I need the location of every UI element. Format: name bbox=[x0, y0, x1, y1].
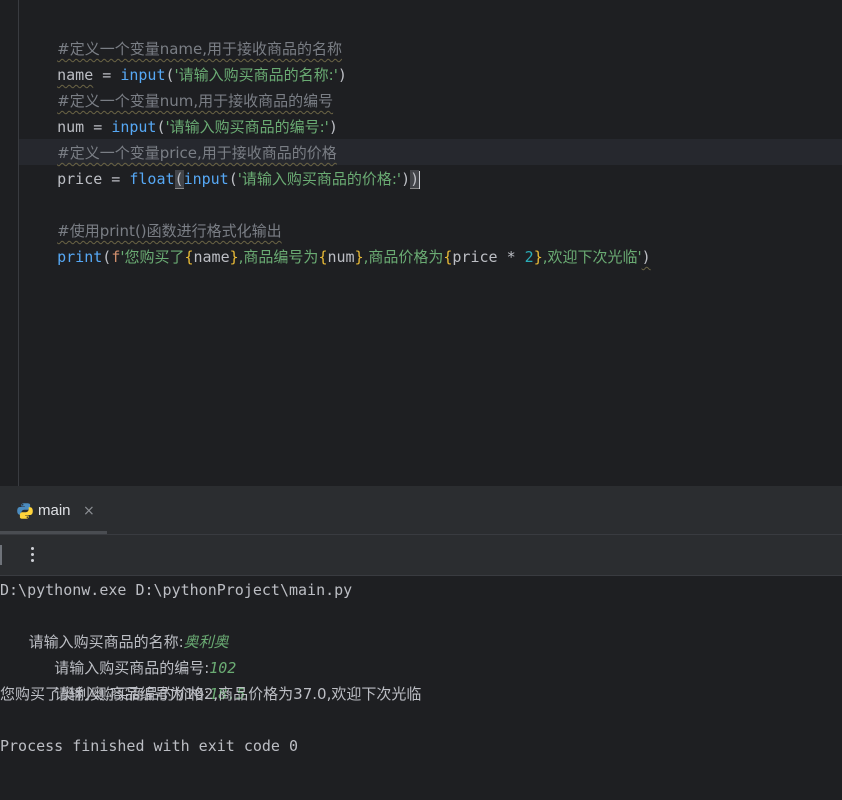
code-brace: } bbox=[533, 248, 543, 266]
code-string: ,欢迎下次光临' bbox=[542, 248, 642, 266]
active-tab-indicator bbox=[0, 531, 107, 534]
code-function: input bbox=[183, 170, 229, 188]
code-brace: } bbox=[354, 248, 364, 266]
code-function: print bbox=[57, 248, 103, 266]
run-tab-main[interactable]: main × bbox=[0, 486, 107, 534]
close-icon[interactable]: × bbox=[83, 486, 95, 536]
code-string: '请输入购买商品的价格:' bbox=[237, 170, 402, 188]
code-brace: } bbox=[229, 248, 239, 266]
code-variable: name bbox=[193, 248, 230, 266]
run-panel: main × D:\pythonw.exe D:\pythonProject\m… bbox=[0, 486, 842, 800]
console-output[interactable]: D:\pythonw.exe D:\pythonProject\main.py … bbox=[0, 577, 842, 800]
code-line-8[interactable]: #使用print()函数进行格式化输出 bbox=[21, 192, 282, 240]
code-line-2[interactable]: name = input('请输入购买商品的名称:') bbox=[21, 36, 347, 84]
code-paren: ) bbox=[401, 170, 411, 188]
run-toolbar bbox=[0, 535, 842, 576]
more-vertical-icon[interactable] bbox=[24, 543, 40, 567]
code-string: ,商品编号为 bbox=[238, 248, 319, 266]
code-paren: ( bbox=[228, 170, 238, 188]
console-exit-message: Process finished with exit code 0 bbox=[0, 737, 299, 755]
console-command: D:\pythonw.exe D:\pythonProject\main.py bbox=[0, 581, 353, 599]
code-line-3[interactable]: #定义一个变量num,用于接收商品的编号 bbox=[21, 62, 333, 110]
code-line-9[interactable]: print(f'您购买了{name},商品编号为{num},商品价格为{pric… bbox=[21, 218, 651, 266]
code-operator: = bbox=[102, 170, 130, 188]
code-fstring-prefix: f bbox=[111, 248, 121, 266]
code-paren-matched: ) bbox=[410, 170, 420, 189]
run-tab-label: main bbox=[38, 502, 71, 519]
code-paren: ( bbox=[102, 248, 112, 266]
code-brace: { bbox=[184, 248, 194, 266]
code-line-6[interactable]: price = float(input('请输入购买商品的价格:')) bbox=[21, 140, 421, 189]
console-line: 请输入购买商品的编号:102 bbox=[0, 629, 236, 677]
code-line-1[interactable]: #定义一个变量name,用于接收商品的名称 bbox=[21, 10, 342, 58]
code-variable: price bbox=[57, 170, 103, 188]
editor-gutter bbox=[18, 0, 19, 486]
code-paren: ) bbox=[641, 248, 651, 266]
code-number: 2 bbox=[524, 248, 534, 266]
code-line-4[interactable]: num = input('请输入购买商品的编号:') bbox=[21, 88, 338, 136]
python-icon bbox=[17, 503, 33, 519]
code-variable: num bbox=[327, 248, 355, 266]
code-paren: ) bbox=[337, 66, 347, 84]
code-paren-matched: ( bbox=[174, 170, 184, 189]
code-function: float bbox=[129, 170, 175, 188]
run-tab-bar: main × bbox=[0, 486, 842, 535]
console-result: 您购买了奥利奥,商品编号为102,商品价格为37.0,欢迎下次光临 bbox=[0, 685, 422, 703]
code-string: '您购买了 bbox=[120, 248, 185, 266]
code-line-5[interactable]: #定义一个变量price,用于接收商品的价格 bbox=[21, 114, 337, 162]
code-string: ,商品价格为 bbox=[363, 248, 444, 266]
text-caret bbox=[419, 170, 421, 189]
code-editor[interactable]: #定义一个变量name,用于接收商品的名称 name = input('请输入购… bbox=[0, 0, 842, 486]
console-line: 请输入购买商品的名称:奥利奥 bbox=[0, 603, 229, 651]
code-variable: price * bbox=[452, 248, 525, 266]
toolbar-separator bbox=[0, 545, 2, 565]
console-line: 请输入购买商品的价格:18.5 bbox=[0, 655, 245, 703]
